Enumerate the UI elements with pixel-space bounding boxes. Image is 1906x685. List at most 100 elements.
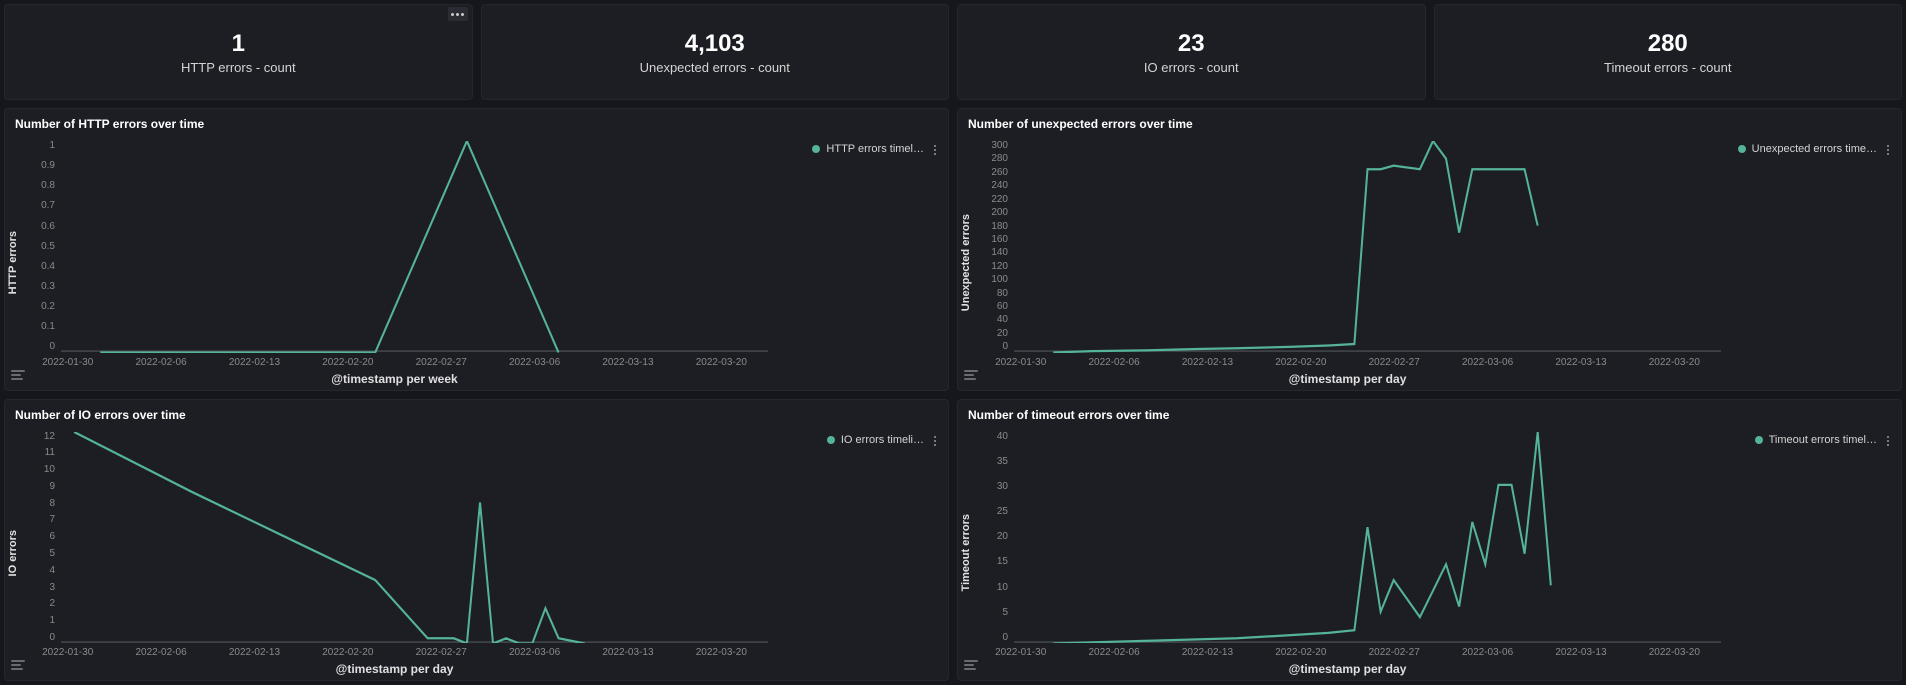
tick-label: 2022-03-20: [1628, 647, 1721, 658]
metric-timeout-errors[interactable]: 280 Timeout errors - count: [1434, 4, 1903, 100]
tick-label: 25: [974, 507, 1008, 517]
tick-label: 2022-01-30: [974, 647, 1067, 658]
legend-label: IO errors timeli…: [841, 434, 924, 446]
tick-label: 4: [21, 566, 55, 576]
legend-dot-icon: [827, 436, 835, 444]
metric-http-errors[interactable]: 1 HTTP errors - count: [4, 4, 473, 100]
tick-label: 2022-02-27: [1348, 647, 1441, 658]
inspect-icon[interactable]: [964, 660, 980, 674]
legend[interactable]: IO errors timeli…: [827, 434, 924, 446]
tick-label: 1: [21, 141, 55, 151]
tick-label: 1: [21, 616, 55, 626]
legend-options-icon[interactable]: [1883, 143, 1893, 157]
tick-label: 0.3: [21, 282, 55, 292]
legend-options-icon[interactable]: [930, 434, 940, 448]
tick-label: 2022-01-30: [21, 647, 114, 658]
tick-label: 7: [21, 515, 55, 525]
x-ticks: 2022-01-302022-02-062022-02-132022-02-20…: [974, 353, 1721, 370]
tick-label: 2022-01-30: [974, 357, 1067, 368]
tick-label: 60: [974, 302, 1008, 312]
tick-label: 2022-03-06: [1441, 357, 1534, 368]
plot-svg[interactable]: [1014, 141, 1721, 353]
tick-label: 300: [974, 141, 1008, 151]
legend-dot-icon: [812, 145, 820, 153]
tick-label: 0.4: [21, 262, 55, 272]
tick-label: 40: [974, 315, 1008, 325]
x-axis-label: @timestamp per week: [21, 370, 768, 390]
tick-label: 2022-03-20: [675, 357, 768, 368]
tick-label: 10: [974, 583, 1008, 593]
legend[interactable]: HTTP errors timel…: [812, 143, 924, 155]
tick-label: 220: [974, 195, 1008, 205]
chart-title: Number of timeout errors over time: [958, 400, 1901, 426]
tick-label: 5: [974, 608, 1008, 618]
tick-label: 11: [21, 448, 55, 458]
metric-label: Unexpected errors - count: [640, 60, 790, 75]
legend-options-icon[interactable]: [1883, 434, 1893, 448]
tick-label: 0.7: [21, 201, 55, 211]
legend[interactable]: Unexpected errors time…: [1738, 143, 1877, 155]
tick-label: 2022-02-13: [208, 647, 301, 658]
chart-timeout-errors[interactable]: Number of timeout errors over time Timeo…: [957, 399, 1902, 682]
tick-label: 20: [974, 329, 1008, 339]
tick-label: 30: [974, 482, 1008, 492]
x-axis-label: @timestamp per day: [974, 660, 1721, 680]
y-axis-label: IO errors: [5, 530, 21, 576]
plot-svg[interactable]: [61, 141, 768, 353]
tick-label: 280: [974, 154, 1008, 164]
tick-label: 2022-03-20: [675, 647, 768, 658]
legend[interactable]: Timeout errors timel…: [1755, 434, 1877, 446]
panel-options-icon[interactable]: [448, 7, 468, 21]
tick-label: 2022-02-27: [1348, 357, 1441, 368]
tick-label: 2022-03-13: [1534, 647, 1627, 658]
inspect-icon[interactable]: [11, 370, 27, 384]
tick-label: 2022-02-13: [1161, 647, 1254, 658]
inspect-icon[interactable]: [11, 660, 27, 674]
tick-label: 0.1: [21, 322, 55, 332]
tick-label: 2022-02-06: [114, 647, 207, 658]
tick-label: 2022-03-06: [488, 357, 581, 368]
x-ticks: 2022-01-302022-02-062022-02-132022-02-20…: [21, 353, 768, 370]
legend-label: Unexpected errors time…: [1752, 143, 1877, 155]
chart-unexpected-errors[interactable]: Number of unexpected errors over time Un…: [957, 108, 1902, 391]
metric-label: IO errors - count: [1144, 60, 1239, 75]
metric-unexpected-errors[interactable]: 4,103 Unexpected errors - count: [481, 4, 950, 100]
tick-label: 2022-02-20: [301, 647, 394, 658]
legend-label: Timeout errors timel…: [1769, 434, 1877, 446]
plot-svg[interactable]: [61, 432, 768, 644]
tick-label: 5: [21, 549, 55, 559]
x-axis-label: @timestamp per day: [21, 660, 768, 680]
tick-label: 200: [974, 208, 1008, 218]
tick-label: 2022-02-20: [1254, 357, 1347, 368]
tick-label: 15: [974, 557, 1008, 567]
tick-label: 2022-03-06: [488, 647, 581, 658]
chart-http-errors[interactable]: Number of HTTP errors over time HTTP err…: [4, 108, 949, 391]
tick-label: 0: [21, 633, 55, 643]
y-ticks: 4035302520151050: [974, 432, 1012, 644]
tick-label: 80: [974, 289, 1008, 299]
tick-label: 100: [974, 275, 1008, 285]
plot-svg[interactable]: [1014, 432, 1721, 644]
tick-label: 2022-02-27: [395, 647, 488, 658]
legend-options-icon[interactable]: [930, 143, 940, 157]
y-ticks: 1211109876543210: [21, 432, 59, 644]
tick-label: 160: [974, 235, 1008, 245]
chart-io-errors[interactable]: Number of IO errors over time IO errors …: [4, 399, 949, 682]
metric-label: HTTP errors - count: [181, 60, 296, 75]
tick-label: 20: [974, 532, 1008, 542]
tick-label: 0.6: [21, 222, 55, 232]
metric-io-errors[interactable]: 23 IO errors - count: [957, 4, 1426, 100]
tick-label: 35: [974, 457, 1008, 467]
tick-label: 0.8: [21, 181, 55, 191]
tick-label: 120: [974, 262, 1008, 272]
metric-label: Timeout errors - count: [1604, 60, 1731, 75]
tick-label: 2022-02-13: [1161, 357, 1254, 368]
inspect-icon[interactable]: [964, 370, 980, 384]
tick-label: 8: [21, 499, 55, 509]
metric-value: 23: [1178, 30, 1205, 58]
tick-label: 0: [21, 342, 55, 352]
y-ticks: 10.90.80.70.60.50.40.30.20.10: [21, 141, 59, 353]
legend-label: HTTP errors timel…: [826, 143, 924, 155]
tick-label: 2022-03-13: [581, 357, 674, 368]
tick-label: 2022-02-06: [1067, 357, 1160, 368]
